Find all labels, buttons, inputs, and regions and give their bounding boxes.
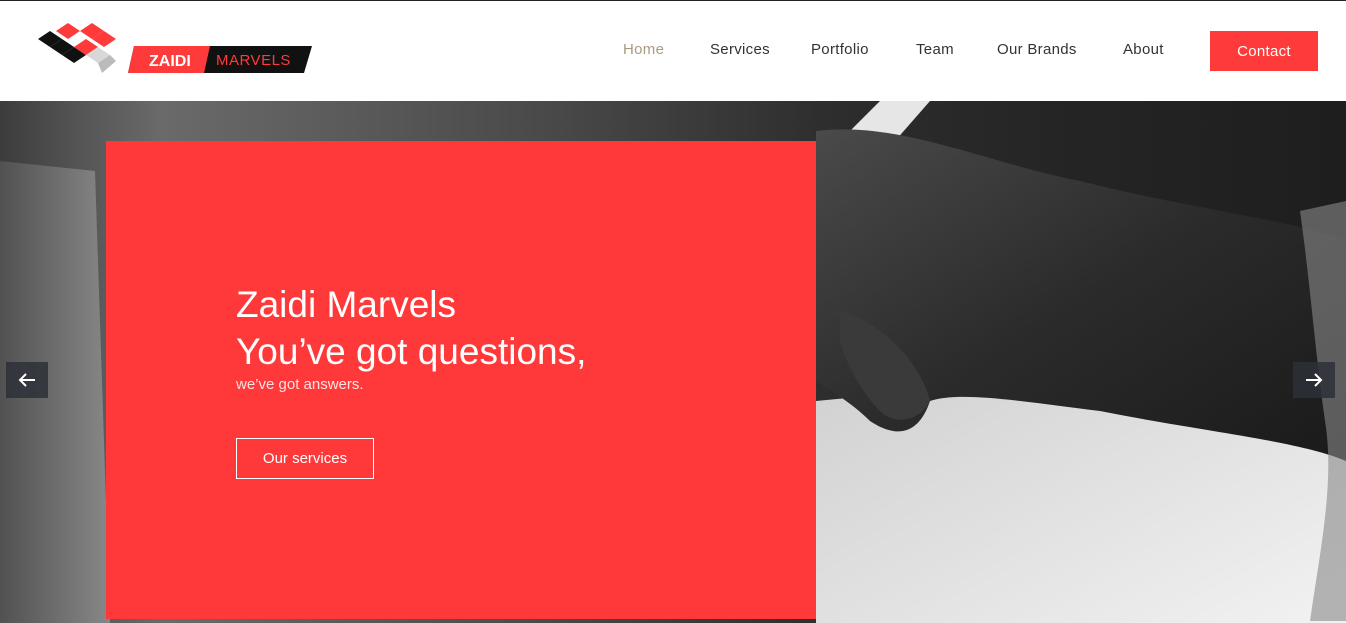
nav-home[interactable]: Home [623,41,664,58]
nav-our-brands[interactable]: Our Brands [997,41,1077,58]
hero-slider: Zaidi Marvels You’ve got questions, we’v… [0,101,1346,623]
slider-next-button[interactable] [1293,362,1335,398]
nav-portfolio[interactable]: Portfolio [811,41,869,58]
hero-title-line1: Zaidi Marvels [236,284,456,325]
nav-about[interactable]: About [1123,41,1164,58]
slider-prev-button[interactable] [6,362,48,398]
hero-title: Zaidi Marvels You’ve got questions, [236,281,586,375]
nav-team[interactable]: Team [916,41,954,58]
main-nav: Home Services Portfolio Team Our Brands … [0,1,1346,101]
nav-services[interactable]: Services [710,41,770,58]
our-services-button[interactable]: Our services [236,438,374,479]
hero-card [106,141,816,619]
hero-title-line2: You’ve got questions, [236,331,587,372]
contact-button[interactable]: Contact [1210,31,1318,71]
arrow-left-icon [18,373,35,387]
hero-subtitle: we’ve got answers. [236,376,364,393]
site-header: ZAIDI MARVELS Home Services Portfolio Te… [0,1,1346,101]
arrow-right-icon [1306,373,1323,387]
